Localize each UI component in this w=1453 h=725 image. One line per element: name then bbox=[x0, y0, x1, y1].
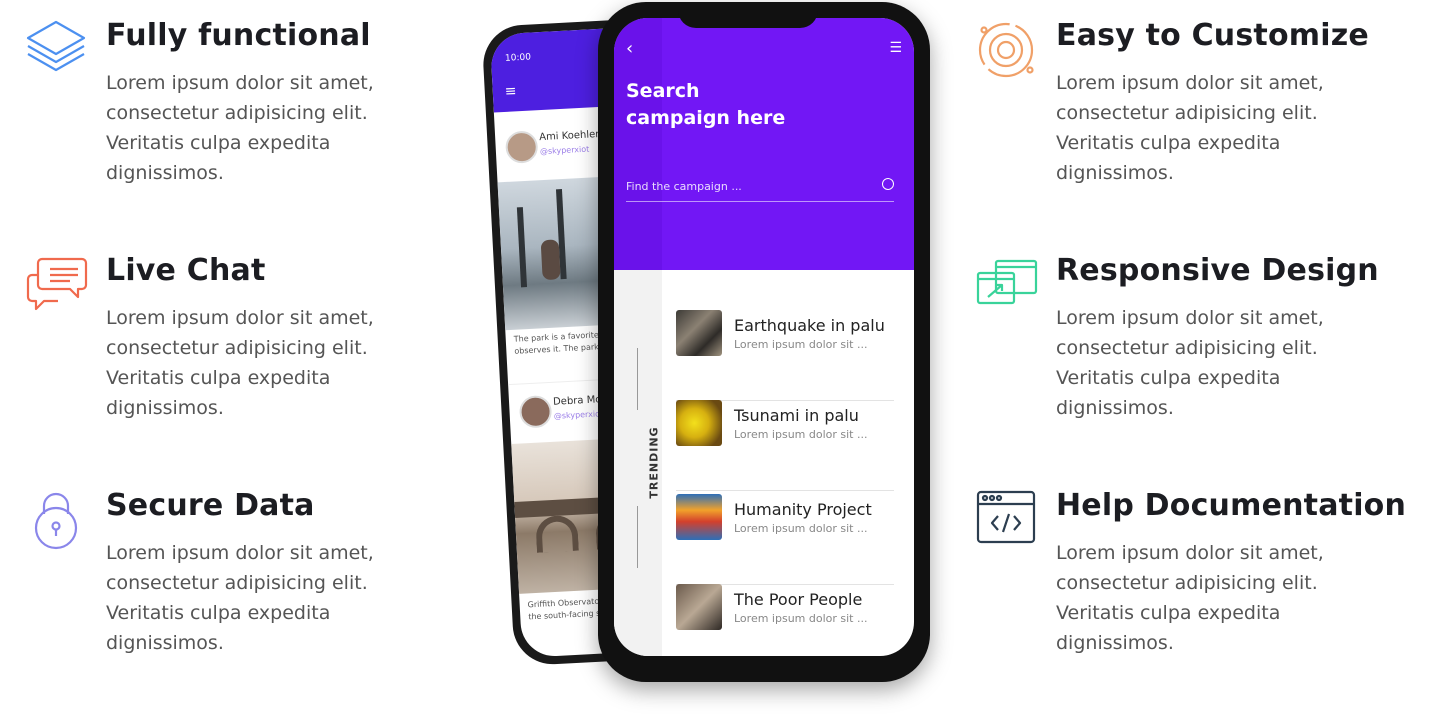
item-title: Tsunami in palu bbox=[734, 406, 859, 425]
avatar[interactable] bbox=[504, 130, 539, 164]
feature-title: Fully functional bbox=[106, 18, 371, 53]
item-thumbnail bbox=[676, 400, 722, 446]
lock-icon bbox=[34, 492, 78, 550]
phone-front: ‹ ☰ Search campaign here Find the campai… bbox=[598, 2, 930, 682]
post-handle: @skyperxiot bbox=[553, 409, 604, 421]
post-handle: @skyperxiot bbox=[539, 144, 590, 157]
feature-title: Live Chat bbox=[106, 253, 266, 288]
gear-icon bbox=[978, 22, 1034, 78]
search-icon[interactable] bbox=[882, 178, 894, 190]
responsive-icon bbox=[976, 259, 1038, 305]
item-thumbnail bbox=[676, 584, 722, 630]
menu-icon[interactable]: ≡ bbox=[504, 83, 517, 100]
layers-icon bbox=[26, 20, 86, 72]
filter-icon[interactable]: ☰ bbox=[889, 40, 902, 56]
search-header: ‹ ☰ Search campaign here Find the campai… bbox=[614, 18, 914, 270]
item-thumbnail bbox=[676, 494, 722, 540]
search-input[interactable]: Find the campaign ... bbox=[626, 178, 894, 202]
feature-title: Easy to Customize bbox=[1056, 18, 1369, 53]
item-title: Humanity Project bbox=[734, 500, 872, 519]
item-title: Earthquake in palu bbox=[734, 316, 885, 335]
list-item[interactable]: Humanity Project Lorem ipsum dolor sit .… bbox=[676, 494, 894, 585]
item-subtitle: Lorem ipsum dolor sit ... bbox=[734, 612, 868, 625]
post-user[interactable]: Ami Koehler bbox=[539, 129, 600, 143]
list-item[interactable]: Tsunami in palu Lorem ipsum dolor sit ..… bbox=[676, 400, 894, 491]
status-time: 10:00 bbox=[504, 52, 532, 64]
feature-title: Responsive Design bbox=[1056, 253, 1379, 288]
item-title: The Poor People bbox=[734, 590, 863, 609]
list-item[interactable]: Earthquake in palu Lorem ipsum dolor sit… bbox=[676, 310, 894, 401]
item-subtitle: Lorem ipsum dolor sit ... bbox=[734, 522, 868, 535]
back-arrow-icon[interactable]: ‹ bbox=[626, 38, 633, 59]
code-window-icon bbox=[976, 490, 1036, 544]
trending-sidebar: TRENDING bbox=[614, 270, 662, 656]
feature-description: Lorem ipsum dolor sit amet, consectetur … bbox=[1056, 307, 1324, 419]
phone-notch bbox=[678, 2, 818, 28]
search-title: Search campaign here bbox=[626, 80, 786, 129]
feature-description: Lorem ipsum dolor sit amet, consectetur … bbox=[1056, 72, 1324, 184]
feature-description: Lorem ipsum dolor sit amet, consectetur … bbox=[1056, 542, 1324, 654]
chat-icon bbox=[26, 257, 88, 311]
list-item[interactable]: The Poor People Lorem ipsum dolor sit ..… bbox=[676, 584, 894, 656]
feature-description: Lorem ipsum dolor sit amet, consectetur … bbox=[106, 72, 374, 184]
feature-description: Lorem ipsum dolor sit amet, consectetur … bbox=[106, 542, 374, 654]
trending-label: TRENDING bbox=[647, 426, 661, 499]
phone-front-screen: ‹ ☰ Search campaign here Find the campai… bbox=[614, 18, 914, 656]
search-placeholder: Find the campaign ... bbox=[626, 180, 742, 193]
feature-title: Secure Data bbox=[106, 488, 315, 523]
feature-title: Help Documentation bbox=[1056, 488, 1407, 523]
item-thumbnail bbox=[676, 310, 722, 356]
item-subtitle: Lorem ipsum dolor sit ... bbox=[734, 338, 868, 351]
item-subtitle: Lorem ipsum dolor sit ... bbox=[734, 428, 868, 441]
avatar[interactable] bbox=[518, 394, 553, 429]
feature-description: Lorem ipsum dolor sit amet, consectetur … bbox=[106, 307, 374, 419]
